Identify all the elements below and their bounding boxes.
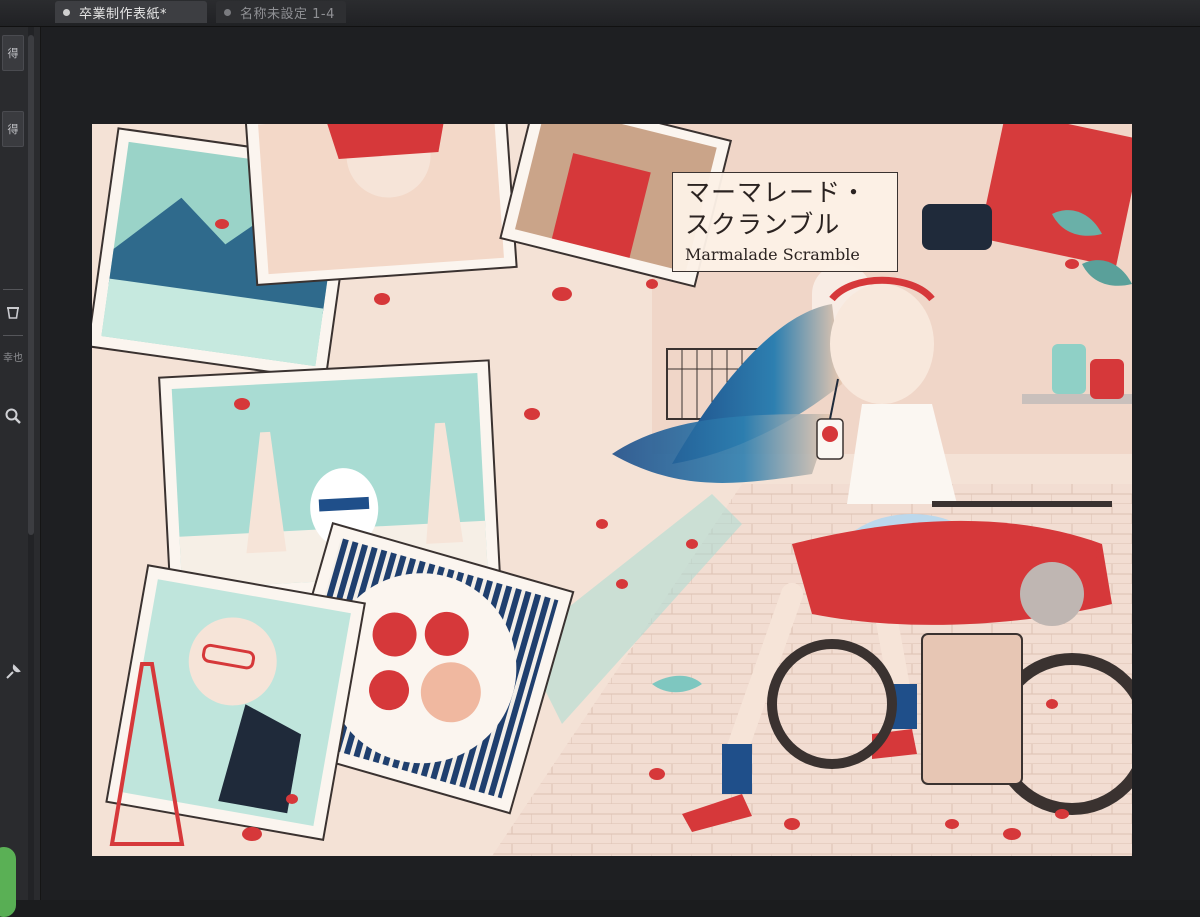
scrollbar-thumb[interactable] [28,35,34,535]
palette-label: 幸也 [3,353,23,364]
wrench-icon[interactable] [2,661,24,683]
palette-button-1[interactable]: 得 [2,35,24,71]
status-indicator [0,847,16,917]
bucket-icon[interactable] [2,301,24,323]
tab-label: 名称未設定 1-4 [240,6,335,22]
palette-scrollbar[interactable] [28,27,34,900]
artwork-title-japanese: マーマレード・ スクランブル [685,177,895,241]
artwork-title-box: マーマレード・ スクランブル Marmalade Scramble [672,172,898,272]
title-line-1: マーマレード・ [685,178,868,207]
document-tab-bar: 卒業制作表紙* 名称未設定 1-4 [0,0,1200,27]
title-line-2: スクランブル [685,210,841,239]
artwork-title-english: Marmalade Scramble [685,245,860,264]
tab-document-untitled[interactable]: 名称未設定 1-4 [216,1,346,23]
tab-label: 卒業制作表紙* [79,6,168,22]
zoom-icon[interactable] [2,405,24,427]
palette-divider [3,289,23,290]
illustration [92,124,1132,856]
tab-status-dot-icon [63,8,70,16]
palette-button-2[interactable]: 得 [2,111,24,147]
tab-document-cover[interactable]: 卒業制作表紙* [55,1,207,23]
tab-status-dot-icon [224,8,231,16]
canvas-artwork[interactable]: マーマレード・ スクランブル Marmalade Scramble [92,124,1132,856]
left-tool-palette: 得 得 幸也 [0,27,41,917]
palette-divider [3,335,23,336]
